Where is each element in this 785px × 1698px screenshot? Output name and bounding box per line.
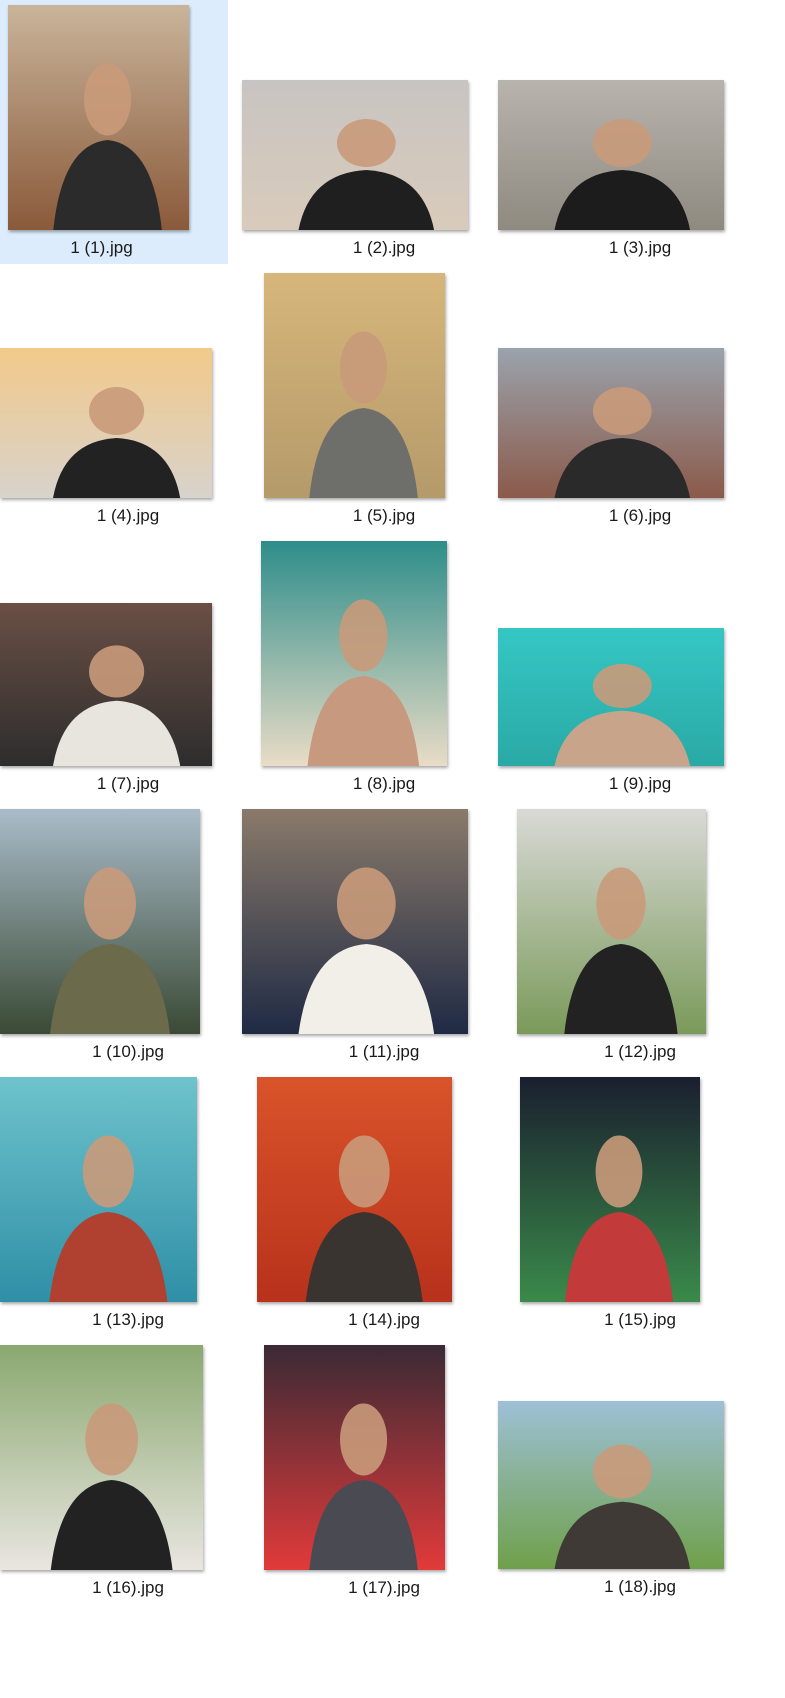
photo-thumbnail-icon[interactable] — [8, 5, 189, 230]
photo-thumbnail-icon[interactable] — [517, 809, 706, 1034]
file-name-label: 1 (10).jpg — [92, 1042, 164, 1061]
photo-thumbnail-icon[interactable] — [520, 1077, 700, 1302]
file-item[interactable]: 1 (12).jpg — [512, 804, 768, 1072]
photo-thumbnail-icon[interactable] — [0, 603, 212, 766]
file-name-label: 1 (9).jpg — [608, 774, 672, 793]
photo-thumbnail-icon[interactable] — [242, 80, 468, 230]
file-name-label: 1 (13).jpg — [92, 1310, 164, 1329]
file-name-label: 1 (7).jpg — [96, 774, 160, 793]
photo-thumbnail-icon[interactable] — [498, 348, 724, 498]
file-name-label: 1 (17).jpg — [348, 1578, 420, 1597]
photo-thumbnail-icon[interactable] — [498, 628, 724, 766]
file-item[interactable]: 1 (10).jpg — [0, 804, 256, 1072]
photo-thumbnail-icon[interactable] — [498, 1401, 724, 1569]
file-name-label: 1 (4).jpg — [96, 506, 160, 525]
file-name-label: 1 (15).jpg — [604, 1310, 676, 1329]
photo-thumbnail-icon[interactable] — [261, 541, 447, 766]
file-item[interactable]: 1 (8).jpg — [256, 536, 512, 804]
file-item[interactable]: 1 (6).jpg — [498, 268, 768, 536]
file-item[interactable]: 1 (18).jpg — [498, 1340, 768, 1608]
photo-thumbnail-icon[interactable] — [242, 809, 468, 1034]
file-name-label: 1 (5).jpg — [352, 506, 416, 525]
file-name-label: 1 (6).jpg — [608, 506, 672, 525]
photo-thumbnail-icon[interactable] — [264, 273, 445, 498]
file-item[interactable]: 1 (2).jpg — [242, 0, 512, 268]
file-item[interactable]: 1 (9).jpg — [498, 536, 768, 804]
file-name-label: 1 (3).jpg — [608, 238, 672, 257]
file-name-label: 1 (16).jpg — [92, 1578, 164, 1597]
file-item[interactable]: 1 (1).jpg — [0, 0, 228, 264]
photo-thumbnail-icon[interactable] — [0, 1345, 203, 1570]
file-name-label: 1 (8).jpg — [352, 774, 416, 793]
file-item[interactable]: 1 (4).jpg — [0, 268, 256, 536]
photo-thumbnail-icon[interactable] — [0, 348, 212, 498]
photo-thumbnail-icon[interactable] — [0, 1077, 197, 1302]
file-name-label: 1 (14).jpg — [348, 1310, 420, 1329]
file-item[interactable]: 1 (7).jpg — [0, 536, 256, 804]
photo-thumbnail-icon[interactable] — [498, 80, 724, 230]
file-item[interactable]: 1 (3).jpg — [498, 0, 768, 268]
photo-thumbnail-icon[interactable] — [264, 1345, 445, 1570]
file-thumbnail-grid: 1 (1).jpg 1 (2).jpg 1 (3).jpg 1 (4).jpg 1 (5… — [0, 0, 785, 1698]
file-name-label: 1 (12).jpg — [604, 1042, 676, 1061]
file-item[interactable]: 1 (15).jpg — [512, 1072, 768, 1340]
file-item[interactable]: 1 (11).jpg — [242, 804, 512, 1072]
file-item[interactable]: 1 (13).jpg — [0, 1072, 256, 1340]
file-name-label: 1 (11).jpg — [348, 1042, 420, 1061]
file-item[interactable]: 1 (16).jpg — [0, 1340, 256, 1608]
file-name-label: 1 (1).jpg — [70, 238, 133, 257]
file-item[interactable]: 1 (14).jpg — [256, 1072, 512, 1340]
file-name-label: 1 (2).jpg — [352, 238, 416, 257]
file-item[interactable]: 1 (5).jpg — [256, 268, 512, 536]
file-name-label: 1 (18).jpg — [604, 1577, 676, 1596]
file-item[interactable]: 1 (17).jpg — [256, 1340, 512, 1608]
photo-thumbnail-icon[interactable] — [257, 1077, 452, 1302]
photo-thumbnail-icon[interactable] — [0, 809, 200, 1034]
